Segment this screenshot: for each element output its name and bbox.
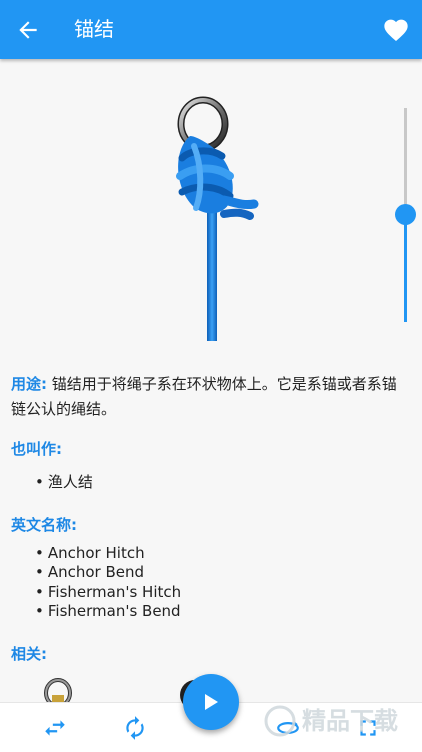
arrow-back-icon[interactable] (14, 17, 42, 43)
knot-illustration (176, 96, 259, 341)
play-button[interactable] (183, 674, 239, 730)
english-names-list: • Anchor Hitch • Anchor Bend • Fisherman's … (11, 544, 409, 622)
list-item: • Anchor Hitch (35, 543, 145, 562)
list-item: • Fisherman's Bend (35, 602, 181, 620)
play-icon (205, 694, 218, 710)
knot-details: 用途: 锚结用于将绳子系在环状物体上。它是系锚或者系锚链公认的绳结。 也叫作: … (11, 372, 409, 664)
english-names-title: 英文名称: (11, 515, 77, 534)
page-title: 锚结 (74, 17, 114, 41)
list-item: • 渔人结 (35, 473, 93, 491)
usage-paragraph: 用途: 锚结用于将绳子系在环状物体上。它是系锚或者系锚链公认的绳结。 (11, 372, 409, 422)
usage-text: 锚结用于将绳子系在环状物体上。它是系锚或者系锚链公认的绳结。 (11, 375, 397, 418)
also-known-as-title: 也叫作: (11, 440, 62, 458)
swap-horizontal-icon[interactable] (42, 715, 68, 741)
speed-slider-thumb[interactable] (395, 204, 416, 225)
fullscreen-icon[interactable] (355, 715, 381, 741)
orbit-rotate-icon[interactable] (275, 715, 301, 741)
also-known-as-list: • 渔人结 (11, 473, 409, 493)
list-item: • Fisherman's Hitch (35, 582, 182, 601)
usage-label: 用途: (11, 375, 47, 393)
heart-icon[interactable] (382, 16, 410, 42)
list-item: • Anchor Bend (35, 563, 145, 581)
speed-slider-fill (404, 214, 407, 322)
related-title: 相关: (11, 644, 47, 663)
rotate-icon[interactable] (122, 715, 148, 741)
app-bar: 锚结 (0, 0, 422, 59)
